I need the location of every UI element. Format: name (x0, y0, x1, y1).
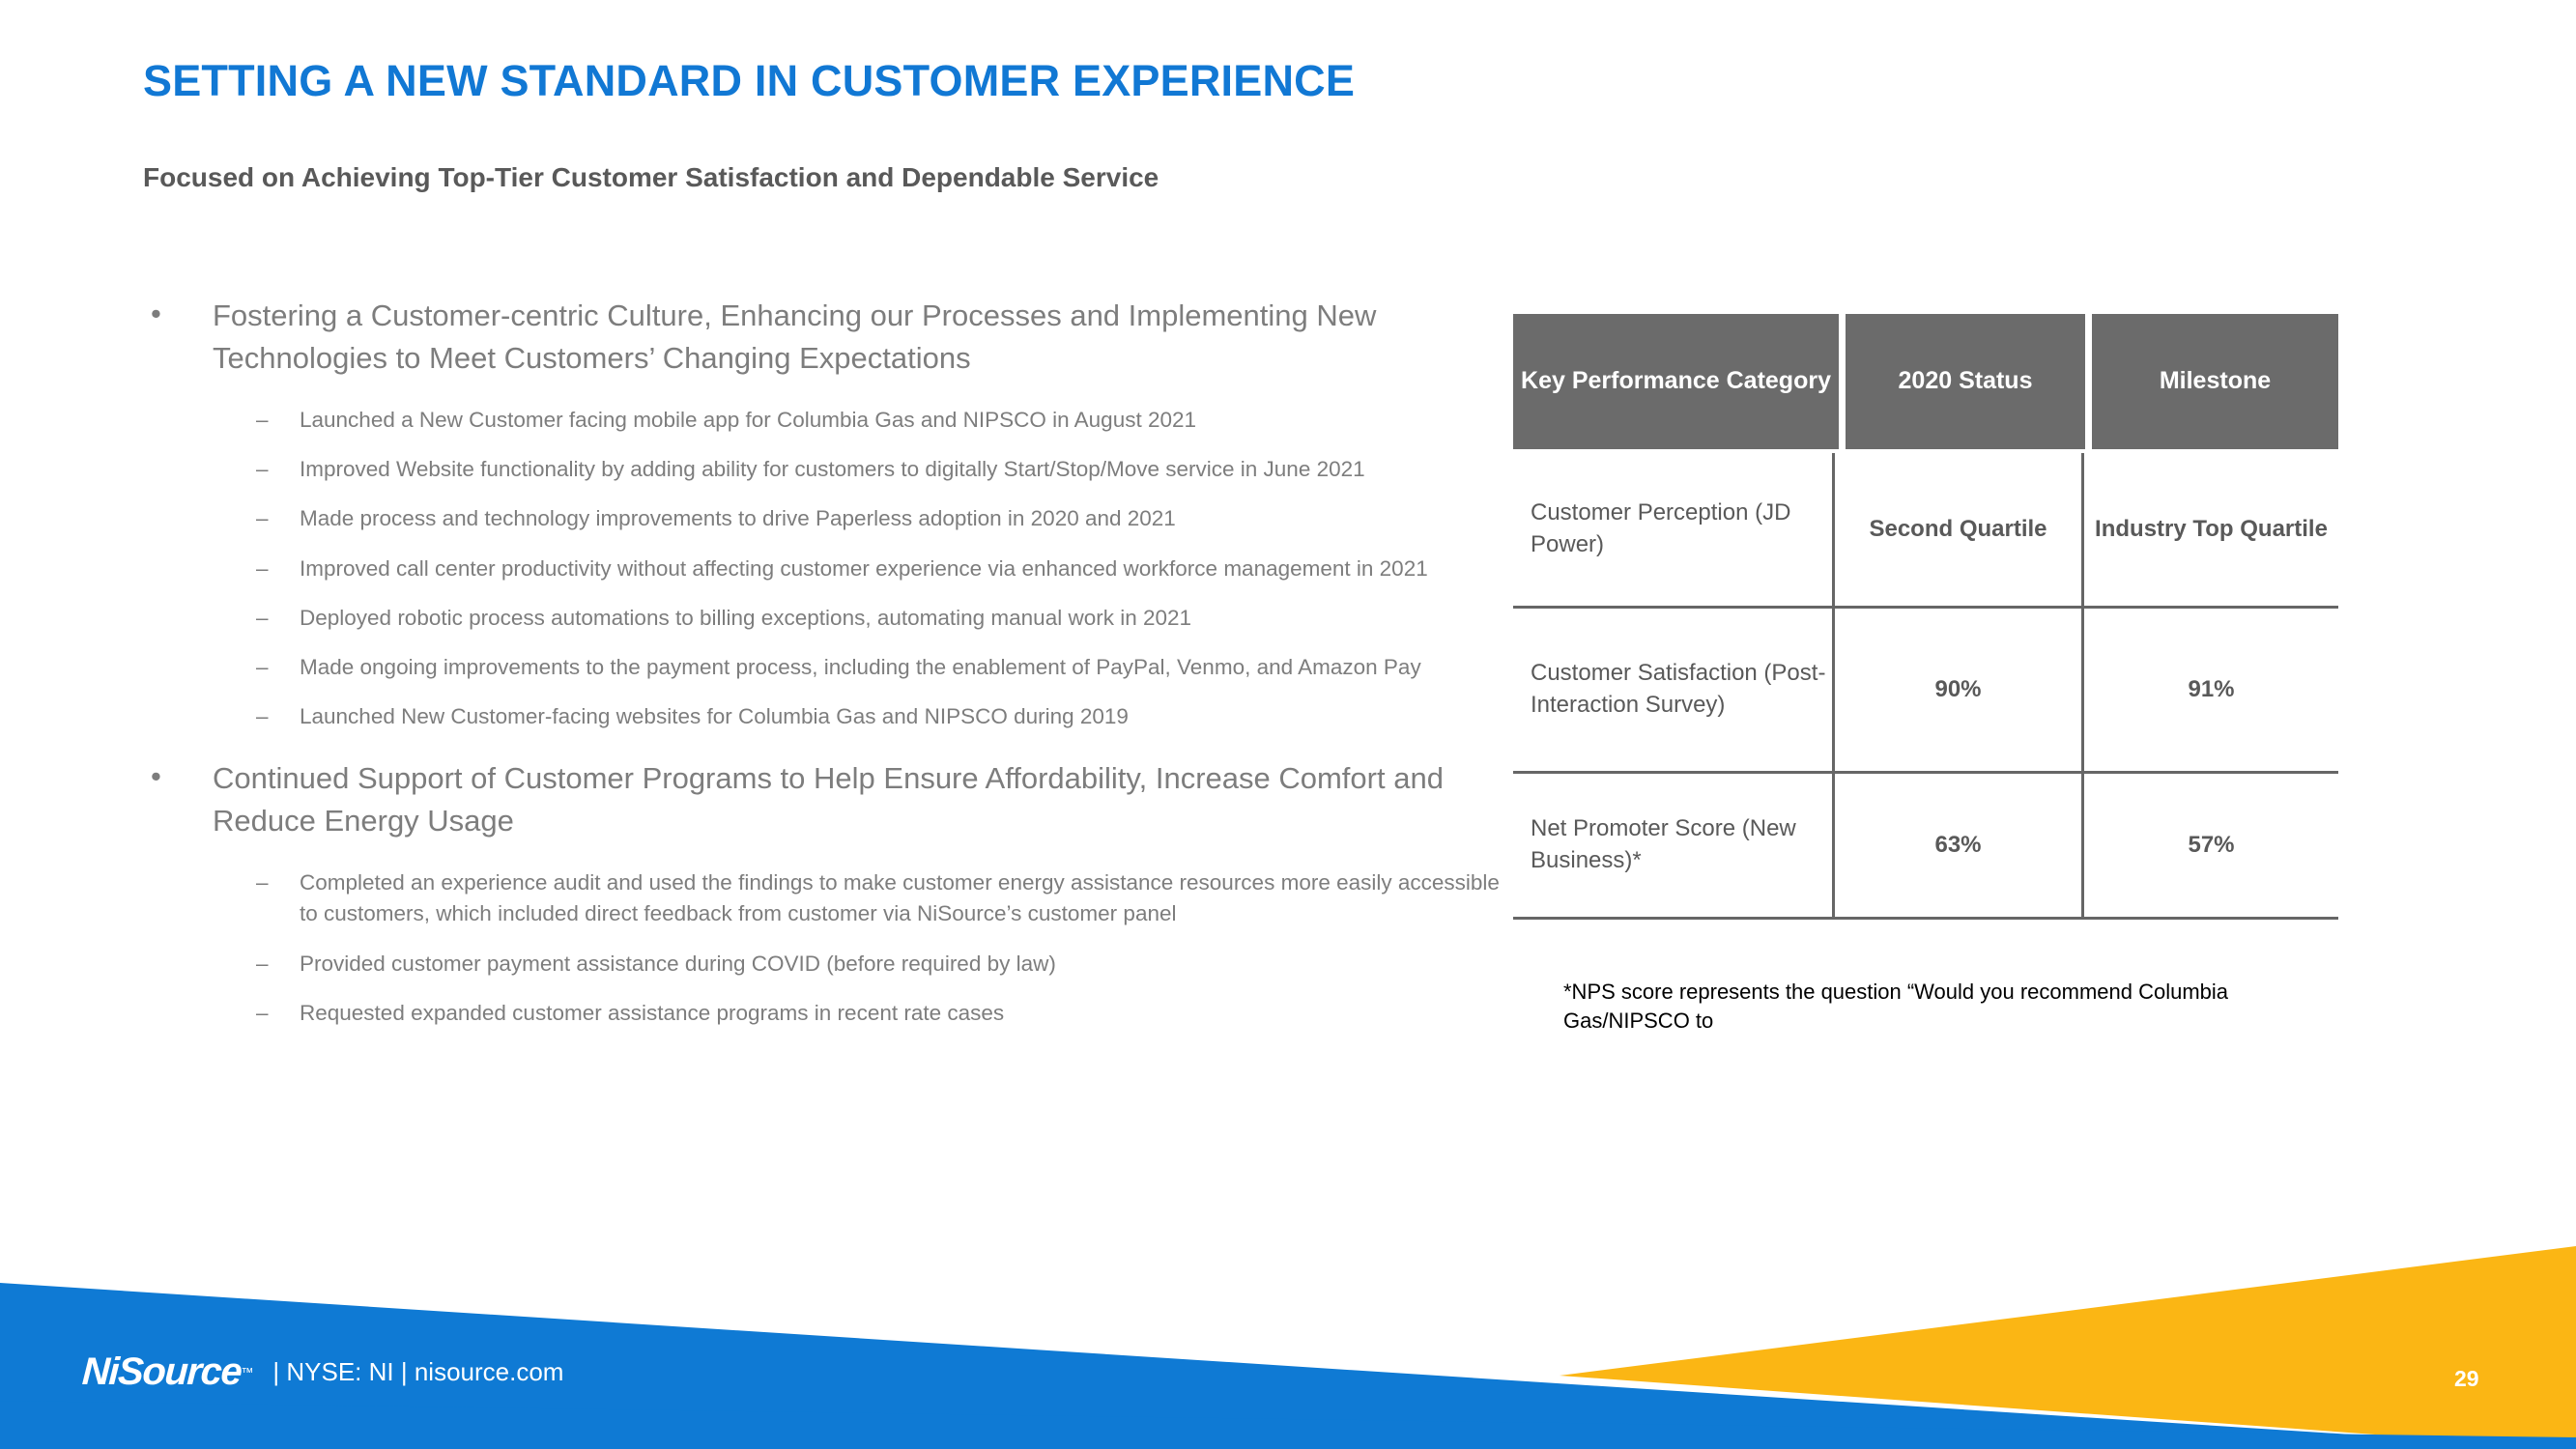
dash-marker-icon: – (256, 506, 269, 531)
logo-wordmark: NiSource (80, 1350, 243, 1393)
dash-marker-icon: – (256, 704, 269, 729)
dash-marker-icon: – (256, 555, 269, 581)
table-cell-milestone: Industry Top Quartile (2081, 453, 2338, 606)
table-row: Customer Perception (JD Power) Second Qu… (1513, 453, 2338, 609)
bullet-primary-2: • Continued Support of Customer Programs… (135, 757, 1507, 842)
table-header-cell-category: Key Performance Category (1513, 314, 1839, 449)
table-header-cell-status: 2020 Status (1846, 314, 2085, 449)
table-cell-status: Second Quartile (1832, 453, 2081, 606)
page-number: 29 (2454, 1366, 2479, 1391)
bullet-primary-1-text: Fostering a Customer-centric Culture, En… (213, 298, 1377, 376)
table-footnote: *NPS score represents the question “Woul… (1563, 980, 2229, 1033)
list-item-text: Requested expanded customer assistance p… (300, 1000, 1005, 1025)
list-item: – Provided customer payment assistance d… (135, 949, 1507, 980)
list-item-text: Made process and technology improvements… (300, 506, 1176, 531)
list-item-text: Improved Website functionality by adding… (300, 457, 1365, 482)
list-item: – Launched New Customer-facing websites … (135, 701, 1507, 732)
dash-marker-icon: – (256, 457, 269, 482)
dash-marker-icon: – (256, 1000, 269, 1025)
dash-marker-icon: – (256, 654, 269, 679)
bullet-marker-icon: • (151, 297, 161, 330)
table-header-cell-milestone: Milestone (2092, 314, 2338, 449)
table-cell-milestone: 57% (2081, 774, 2338, 917)
list-item-text: Deployed robotic process automations to … (300, 605, 1192, 630)
dash-marker-icon: – (256, 870, 269, 895)
list-item: – Requested expanded customer assistance… (135, 998, 1507, 1029)
table-row: Net Promoter Score (New Business)* 63% 5… (1513, 774, 2338, 920)
page-title: SETTING A NEW STANDARD IN CUSTOMER EXPER… (143, 56, 1356, 105)
dash-marker-icon: – (256, 408, 269, 433)
list-item: – Launched a New Customer facing mobile … (135, 405, 1507, 436)
list-item: – Completed an experience audit and used… (135, 867, 1507, 929)
nisource-logo: NiSource ™ | NYSE: NI | nisource.com (80, 1350, 564, 1394)
table-body: Customer Perception (JD Power) Second Qu… (1513, 453, 2338, 920)
table-row: Customer Satisfaction (Post-Interaction … (1513, 609, 2338, 774)
slide-canvas: SETTING A NEW STANDARD IN CUSTOMER EXPER… (0, 0, 2576, 1449)
table-header-row: Key Performance Category 2020 Status Mil… (1513, 314, 2338, 449)
list-item: – Made ongoing improvements to the payme… (135, 652, 1507, 683)
list-item: – Made process and technology improvemen… (135, 503, 1507, 534)
list-item-text: Completed an experience audit and used t… (300, 870, 1500, 926)
footer-graphic (0, 1246, 2576, 1449)
sub-bullet-list-1: – Launched a New Customer facing mobile … (135, 405, 1507, 732)
bullet-content: • Fostering a Customer-centric Culture, … (135, 295, 1507, 1047)
list-item: – Deployed robotic process automations t… (135, 603, 1507, 634)
kpi-table: Key Performance Category 2020 Status Mil… (1513, 314, 2338, 920)
list-item-text: Launched New Customer-facing websites fo… (300, 704, 1129, 729)
bullet-marker-icon: • (151, 759, 161, 794)
list-item: – Improved Website functionality by addi… (135, 454, 1507, 485)
list-item-text: Launched a New Customer facing mobile ap… (300, 408, 1197, 433)
list-item-text: Made ongoing improvements to the payment… (300, 654, 1421, 679)
table-cell-category: Net Promoter Score (New Business)* (1531, 815, 1796, 873)
footer-meta-text: | NYSE: NI | nisource.com (272, 1357, 564, 1386)
table-cell-category: Customer Perception (JD Power) (1531, 499, 1791, 557)
table-cell-status: 63% (1832, 774, 2081, 917)
table-cell-category: Customer Satisfaction (Post-Interaction … (1531, 660, 1826, 718)
table-cell-milestone: 91% (2081, 609, 2338, 771)
dash-marker-icon: – (256, 951, 269, 976)
dash-marker-icon: – (256, 605, 269, 630)
list-item: – Improved call center productivity with… (135, 554, 1507, 584)
table-cell-status: 90% (1832, 609, 2081, 771)
list-item-text: Improved call center productivity withou… (300, 555, 1428, 581)
sub-bullet-list-2: – Completed an experience audit and used… (135, 867, 1507, 1029)
list-item-text: Provided customer payment assistance dur… (300, 951, 1056, 976)
trademark-icon: ™ (241, 1365, 254, 1379)
bullet-primary-2-text: Continued Support of Customer Programs t… (213, 761, 1444, 838)
bullet-primary-1: • Fostering a Customer-centric Culture, … (135, 295, 1507, 380)
page-subtitle: Focused on Achieving Top-Tier Customer S… (143, 162, 1159, 192)
